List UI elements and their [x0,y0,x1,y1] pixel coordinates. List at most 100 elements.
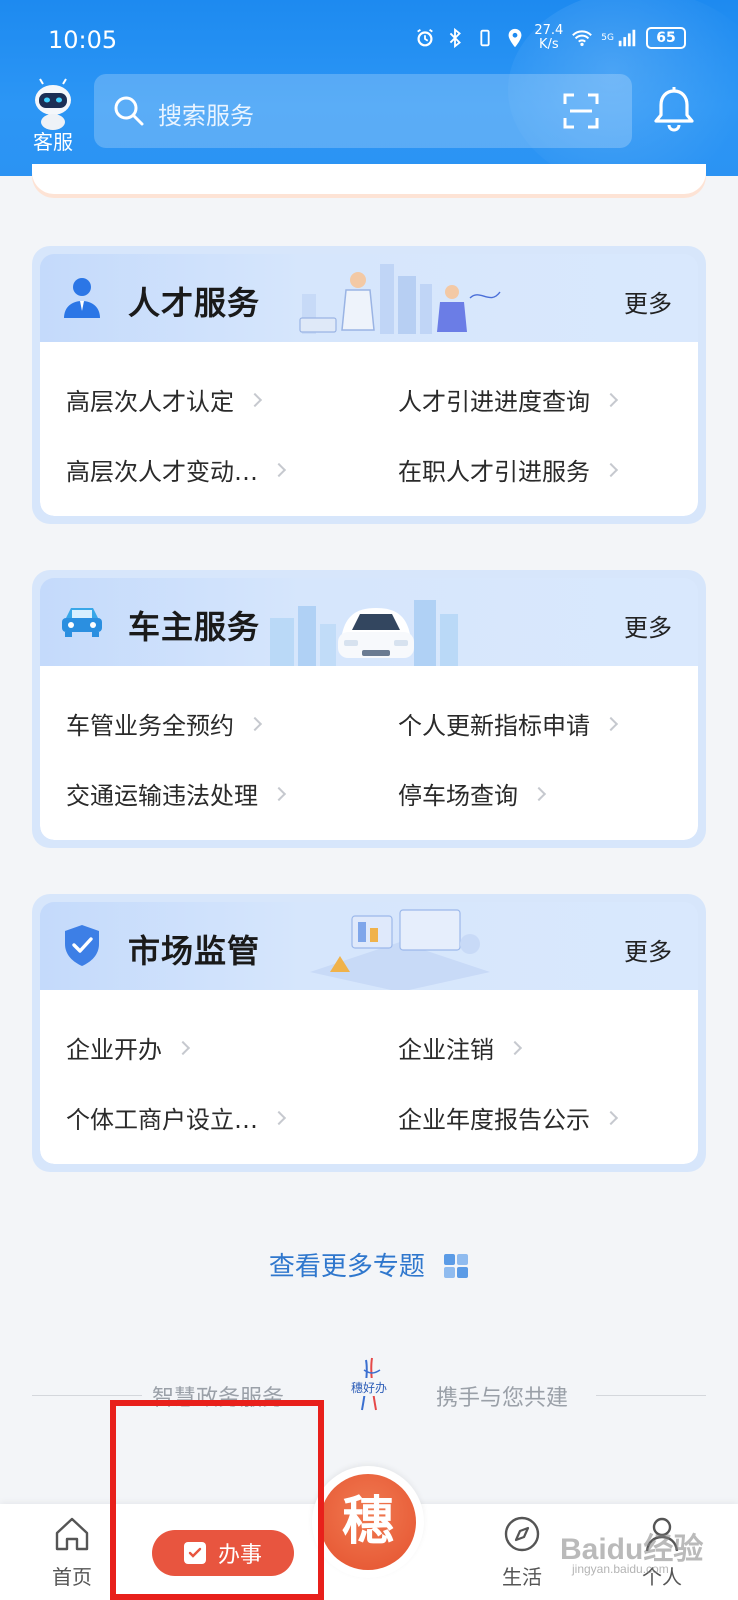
section-inner: 市场监管 更多 企业开办 企业注销 个体工商户设立… 企业年度报告公示 [40,902,698,1164]
section-more-link[interactable]: 更多 [624,284,672,319]
previous-card-fragment [32,164,706,194]
section-inner: 人才服务 更多 高层次人才认定 人才引进进度查询 高层次人才变动… 在职人才引进… [40,254,698,516]
service-item-label: 交通运输违法处理 [66,782,258,810]
service-item-label: 车管业务全预约 [66,712,234,740]
service-item-label: 人才引进进度查询 [398,388,590,416]
section-header: 人才服务 更多 [40,254,698,342]
section-inner: 车主服务 更多 车管业务全预约 个人更新指标申请 交通运输违法处理 停车场查询 [40,578,698,840]
service-item[interactable]: 企业年度报告公示 [398,1100,619,1135]
home-icon [55,1517,89,1551]
chevron-right-icon [247,716,263,731]
service-item-label: 企业年度报告公示 [398,1106,590,1134]
section-more-link[interactable]: 更多 [624,932,672,967]
service-item[interactable]: 在职人才引进服务 [398,452,619,487]
service-item-label: 高层次人才认定 [66,388,234,416]
watermark-url: jingyan.baidu.com [572,1562,669,1576]
service-item-label: 企业开办 [66,1036,162,1064]
service-item-label: 停车场查询 [398,782,518,810]
nav-home-label: 首页 [52,1565,92,1589]
battery-indicator: 65 [646,27,686,49]
highlight-frame [110,1400,324,1600]
service-item-label: 个人更新指标申请 [398,712,590,740]
market-illustration [310,909,490,990]
service-item[interactable]: 企业注销 [398,1030,523,1065]
service-item[interactable]: 停车场查询 [398,776,547,811]
search-placeholder: 搜索服务 [158,102,254,130]
chevron-right-icon [247,392,263,407]
search-bar[interactable]: 搜索服务 [94,74,632,148]
customer-service-button[interactable]: 客服 [26,78,80,154]
chevron-right-icon [507,1040,523,1055]
grid-icon [444,1254,469,1278]
service-item[interactable]: 企业开办 [66,1030,191,1065]
chevron-right-icon [175,1040,191,1055]
section-title: 人才服务 [128,284,261,322]
section-more-link[interactable]: 更多 [624,608,672,643]
chevron-right-icon [271,1110,287,1125]
section-body: 企业开办 企业注销 个体工商户设立… 企业年度报告公示 [40,990,698,1164]
chevron-right-icon [271,462,287,477]
service-item[interactable]: 个体工商户设立… [66,1100,287,1135]
chevron-right-icon [271,786,287,801]
more-topics-link[interactable]: 查看更多专题 [0,1246,738,1283]
service-item[interactable]: 个人更新指标申请 [398,706,619,741]
compass-icon [504,1516,540,1552]
more-topics-label: 查看更多专题 [268,1252,425,1282]
status-bar: 10:05 27.4 K/s 5G 65 [0,0,738,80]
nav-home[interactable]: 首页 [40,1514,104,1590]
vibrate-icon [480,29,490,47]
chevron-right-icon [603,392,619,407]
nav-life-label: 生活 [502,1565,542,1589]
service-item[interactable]: 人才引进进度查询 [398,382,619,417]
chevron-right-icon [603,462,619,477]
network-speed-value: 27.4 [534,23,564,38]
suihaoban-logo: 穗好办 [342,1357,396,1411]
status-icons: 27.4 K/s 5G 65 [414,24,686,52]
service-item-label: 在职人才引进服务 [398,458,590,486]
chevron-right-icon [603,716,619,731]
car-icon [62,608,102,637]
slogan-divider-right [596,1395,706,1396]
section-body: 高层次人才认定 人才引进进度查询 高层次人才变动… 在职人才引进服务 [40,342,698,516]
robot-icon [35,78,71,130]
nav-life[interactable]: 生活 [490,1514,554,1590]
shield-check-icon [65,925,99,966]
bluetooth-icon [450,27,462,49]
logo-text: 穗好办 [351,1380,387,1395]
service-item-label: 个体工商户设立… [66,1106,258,1134]
customer-service-label: 客服 [33,130,73,154]
section-header: 市场监管 更多 [40,902,698,990]
location-icon [508,28,522,48]
scan-icon[interactable] [562,92,600,130]
network-type: 5G [601,33,614,43]
chevron-right-icon [603,1110,619,1125]
bell-icon[interactable] [652,86,696,132]
center-emblem-button[interactable]: 穗 [312,1466,424,1578]
status-time: 10:05 [48,26,118,54]
section-body: 车管业务全预约 个人更新指标申请 交通运输违法处理 停车场查询 [40,666,698,840]
section-title: 市场监管 [128,932,261,970]
talent-illustration [299,264,501,334]
service-item-label: 高层次人才变动… [66,458,258,486]
section-talent-services: 人才服务 更多 高层次人才认定 人才引进进度查询 高层次人才变动… 在职人才引进… [32,246,706,524]
service-item[interactable]: 高层次人才认定 [66,382,263,417]
signal-icon [618,29,636,47]
slogan-divider-left [32,1395,142,1396]
person-icon [64,278,100,318]
search-icon [114,96,144,126]
emblem-glyph: 穗 [320,1474,416,1570]
section-market-regulation: 市场监管 更多 企业开办 企业注销 个体工商户设立… 企业年度报告公示 [32,894,706,1172]
slogan-right-text: 携手与您共建 [436,1386,569,1411]
app-header: 10:05 27.4 K/s 5G 65 客服 搜索服务 [0,0,738,176]
car-illustration [270,600,458,666]
service-item[interactable]: 高层次人才变动… [66,452,287,487]
chevron-right-icon [531,786,547,801]
section-car-owner-services: 车主服务 更多 车管业务全预约 个人更新指标申请 交通运输违法处理 停车场查询 [32,570,706,848]
service-item[interactable]: 交通运输违法处理 [66,776,287,811]
section-header: 车主服务 更多 [40,578,698,666]
alarm-icon [417,28,434,47]
service-item[interactable]: 车管业务全预约 [66,706,263,741]
network-speed: 27.4 K/s [534,24,563,52]
service-item-label: 企业注销 [398,1036,494,1064]
wifi-icon [572,30,593,47]
